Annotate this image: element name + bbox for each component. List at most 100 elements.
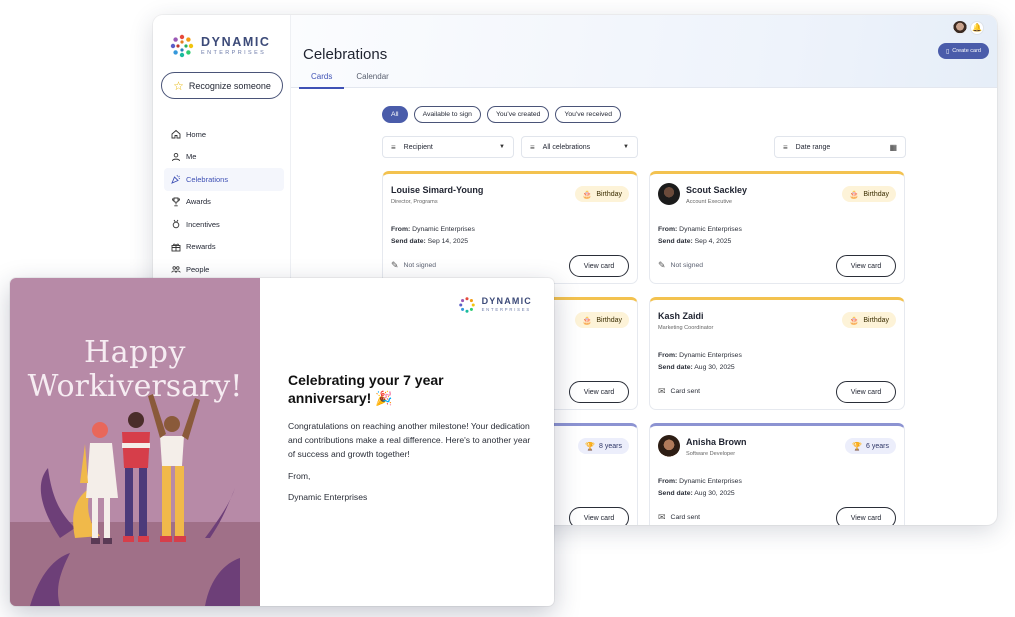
tab-cards[interactable]: Cards [299,70,345,89]
card-message-title: Celebrating your 7 year anniversary! 🎉 [288,372,444,407]
person-icon [172,152,180,161]
recognize-label: Recognize someone [188,80,271,91]
brand-name: DYNAMIC [201,35,271,49]
create-card-button[interactable]: ▯ Create card [937,43,989,59]
date-range-picker[interactable]: ≡ Date range ▦ [774,136,906,158]
recipient-select-value: Recipient [403,143,433,151]
celebration-card[interactable]: Anisha Brown Software Developer 🏆 6 years… [649,423,905,525]
filter-chip-youve-received[interactable]: You've received [555,106,621,123]
celebration-type-value: All celebrations [542,143,591,151]
user-avatar[interactable] [953,21,967,35]
card-icon: ▯ [945,48,950,55]
logo-mark-icon [458,297,475,313]
card-artwork: Happy Workiversary! [10,278,260,606]
birthday-badge: 🎂 Birthday [575,312,629,328]
card-signature: Dynamic Enterprises [288,492,368,502]
sidebar-item-celebrations[interactable]: Celebrations [164,168,284,191]
card-send-date: Send date: Sep 4, 2025 [658,238,732,245]
tab-bar: Cards Calendar [299,70,401,89]
date-range-value: Date range [795,143,831,151]
card-from: From: Dynamic Enterprises [658,478,742,485]
recognize-someone-button[interactable]: ☆ Recognize someone [161,72,283,99]
view-card-button[interactable]: View card [569,507,629,525]
card-send-date: Send date: Sep 14, 2025 [391,238,469,245]
recipient-select[interactable]: ≡ Recipient ▼ [382,136,514,158]
celebration-type-select[interactable]: ≡ All celebrations ▼ [521,136,638,158]
home-icon [171,130,181,139]
sidebar-item-label: Me [186,152,197,162]
card-from: From: Dynamic Enterprises [658,352,742,359]
anniversary-badge: 🏆 8 years [578,438,629,454]
envelope-icon: ✉ [658,386,666,396]
filter-chip-youve-created[interactable]: You've created [486,106,550,123]
anniversary-badge: 🏆 6 years [845,438,896,454]
card-send-date: Send date: Aug 30, 2025 [658,490,735,497]
sidebar-item-home[interactable]: Home [164,123,284,146]
card-brand-logo: DYNAMIC ENTERPRISES [458,296,532,314]
notification-bell-icon[interactable]: 🔔 [970,21,984,35]
view-card-button[interactable]: View card [836,507,896,525]
brand-name: DYNAMIC [481,296,532,307]
birthday-badge: 🎂 Birthday [842,186,896,202]
caret-down-icon: ▼ [623,144,629,150]
card-status: ✉ Card sent [658,512,701,522]
recipient-role: Software Developer [686,451,736,457]
card-status: ✎ Not signed [658,260,704,270]
calendar-icon: ▦ [889,142,897,152]
brand-logo[interactable]: DYNAMIC ENTERPRISES [169,33,271,59]
trophy-icon: 🏆 [585,441,596,451]
create-card-label: Create card [952,48,981,54]
tab-calendar[interactable]: Calendar [344,70,400,89]
sidebar-item-me[interactable]: Me [164,146,284,169]
recipient-role: Director, Programs [391,199,438,205]
view-card-button[interactable]: View card [836,381,896,403]
celebration-card[interactable]: Kash Zaidi Marketing Coordinator 🎂 Birthd… [649,297,905,410]
trophy-icon: 🏆 [852,441,863,451]
filter-icon: ≡ [391,142,396,152]
sidebar-item-incentives[interactable]: Incentives [164,213,284,236]
trophy-icon [172,197,180,206]
logo-mark-icon [170,34,194,58]
sidebar-nav: Home Me Celebrations Awards Incentives R… [164,123,284,281]
avatar [658,183,680,205]
recipient-role: Marketing Coordinator [658,325,714,331]
sidebar-item-label: Rewards [186,242,216,252]
celebration-card[interactable]: Louise Simard-Young Director, Programs 🎂… [382,171,638,284]
pen-slash-icon: ✎ [391,260,399,270]
filter-chip-all[interactable]: All [382,106,408,123]
cake-icon: 🎂 [582,315,593,325]
card-status: ✉ Card sent [658,386,701,396]
greeting-card-preview: Happy Workiversary! DYNAMIC ENTERPRISES … [10,278,554,606]
view-card-button[interactable]: View card [569,255,629,277]
celebration-card[interactable]: Scout Sackley Account Executive 🎂 Birthda… [649,171,905,284]
sidebar-item-label: Home [186,129,207,139]
filter-chips: All Available to sign You've created You… [382,106,621,123]
birthday-badge: 🎂 Birthday [842,312,896,328]
sidebar-item-label: People [186,264,210,274]
card-status: ✎ Not signed [391,260,437,270]
sidebar-item-rewards[interactable]: Rewards [164,236,284,259]
sidebar-item-label: Celebrations [186,174,229,184]
filter-chip-available-to-sign[interactable]: Available to sign [413,106,481,123]
people-icon [171,266,181,273]
card-send-date: Send date: Aug 30, 2025 [658,364,735,371]
card-message-panel: DYNAMIC ENTERPRISES Celebrating your 7 y… [260,278,554,606]
card-message-body: Congratulations on reaching another mile… [288,421,531,459]
star-icon: ☆ [173,78,184,93]
view-card-button[interactable]: View card [836,255,896,277]
birthday-badge: 🎂 Birthday [575,186,629,202]
view-card-button[interactable]: View card [569,381,629,403]
celebrating-people-illustration [30,394,240,606]
filter-icon: ≡ [783,142,788,152]
brand-subtitle: ENTERPRISES [201,49,267,56]
sidebar-item-awards[interactable]: Awards [164,191,284,214]
sidebar-item-label: Incentives [186,219,220,229]
recipient-name: Louise Simard-Young [391,185,484,195]
recipient-name: Anisha Brown [686,437,747,447]
card-from: From: Dynamic Enterprises [658,226,742,233]
card-from-label: From, [288,471,311,481]
incentive-icon [172,220,180,229]
caret-down-icon: ▼ [499,144,505,150]
brand-subtitle: ENTERPRISES [481,307,531,313]
recipient-name: Kash Zaidi [658,311,704,321]
